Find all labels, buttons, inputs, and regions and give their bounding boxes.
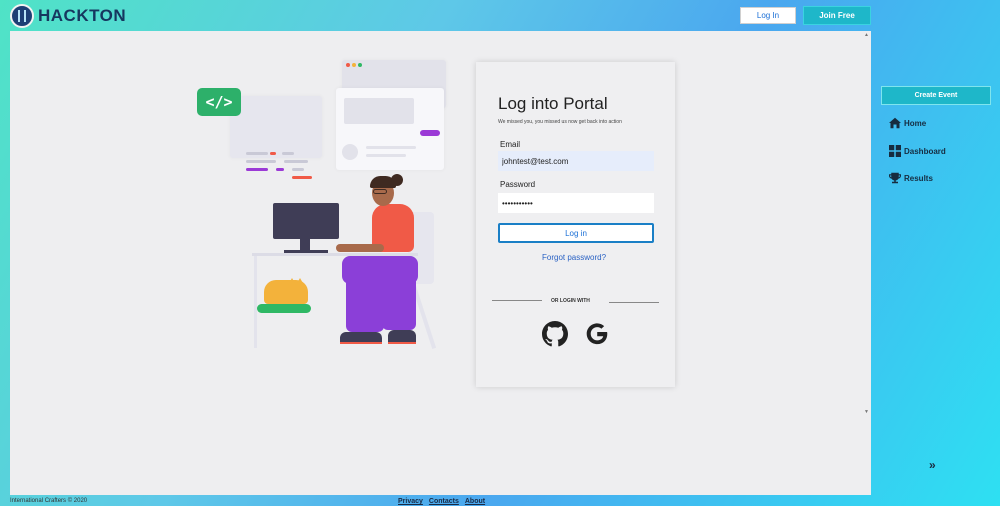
developer-illustration: </>	[196, 58, 456, 358]
illustration-pill	[420, 130, 440, 136]
scroll-up-arrow-icon[interactable]: ▲	[864, 32, 869, 38]
footer-link-about[interactable]: About	[465, 498, 485, 505]
divider-left	[492, 300, 542, 301]
home-icon	[889, 117, 901, 129]
sidebar-item-label: Home	[904, 118, 927, 128]
footer-link-contacts[interactable]: Contacts	[429, 498, 459, 505]
login-title: Log into Portal	[498, 94, 608, 113]
header-join-button[interactable]: Join Free	[803, 6, 871, 25]
github-icon[interactable]	[542, 321, 568, 347]
illustration-profile-card	[336, 88, 444, 170]
copyright-text: International Crafters © 2020	[10, 498, 88, 504]
login-button[interactable]: Log in	[498, 223, 654, 243]
sidebar-item-label: Dashboard	[904, 146, 946, 156]
sidebar-item-home[interactable]: Home	[889, 117, 926, 129]
logo-icon	[10, 4, 34, 28]
brand-logo[interactable]: HACKTON	[10, 4, 126, 28]
google-icon[interactable]	[584, 321, 610, 347]
email-field[interactable]	[498, 151, 654, 171]
monitor-icon	[273, 203, 339, 239]
password-label: Password	[500, 180, 536, 189]
login-subtitle: We missed you, you missed us now get bac…	[498, 119, 622, 125]
email-label: Email	[500, 140, 521, 149]
footer-link-privacy[interactable]: Privacy	[398, 498, 423, 505]
sidebar-item-dashboard[interactable]: Dashboard	[889, 145, 946, 157]
password-field[interactable]	[498, 193, 654, 213]
trophy-icon	[889, 172, 901, 184]
scroll-down-arrow-icon[interactable]: ▼	[864, 409, 869, 415]
forgot-password-link[interactable]: Forgot password?	[542, 253, 606, 262]
sidebar-item-results[interactable]: Results	[889, 172, 933, 184]
illustration-code-lines	[240, 146, 320, 186]
create-event-button[interactable]: Create Event	[881, 86, 991, 105]
sidebar-item-label: Results	[904, 173, 933, 183]
divider-right	[609, 302, 659, 303]
code-brackets-icon: </>	[197, 88, 241, 116]
brand-name: HACKTON	[38, 6, 127, 25]
footer-links: Privacy Contacts About	[398, 498, 485, 505]
or-login-with-label: OR LOGIN WITH	[551, 298, 590, 304]
header-login-button[interactable]: Log In	[740, 7, 796, 24]
dashboard-icon	[889, 145, 901, 157]
expand-sidebar-icon[interactable]: »	[929, 458, 935, 472]
